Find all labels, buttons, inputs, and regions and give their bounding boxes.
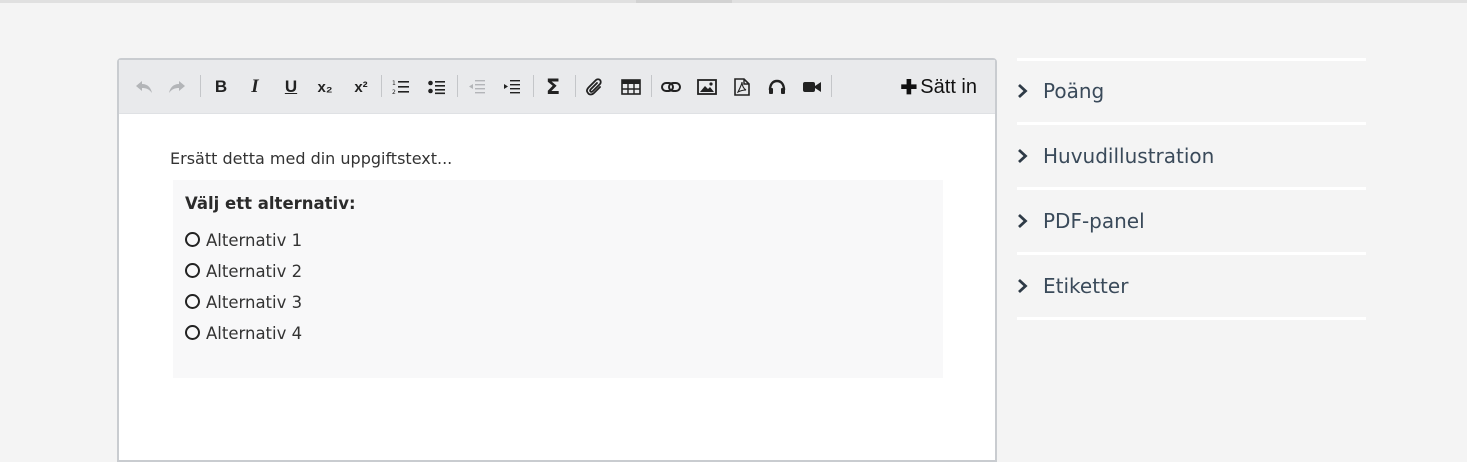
choice-option-label: Alternativ 4 [206,324,303,343]
multiple-choice-block[interactable]: Välj ett alternativ: Alternativ 1 Altern… [173,180,943,378]
task-text[interactable]: Ersätt detta med din uppgiftstext... [170,149,452,168]
chevron-right-icon [1017,82,1031,100]
bold-icon[interactable]: B [207,74,235,100]
svg-text:2: 2 [392,89,396,95]
chevron-right-icon [1017,212,1031,230]
editor-toolbar: B I U x₂ x² 12 Σ ✚ Sätt in [119,60,995,114]
toolbar-separator [457,75,458,97]
panel-divider [1017,317,1366,320]
bullet-list-icon[interactable] [423,74,451,100]
pdf-icon[interactable] [728,74,756,100]
panel-item-poang[interactable]: Poäng [1017,60,1366,122]
ordered-list-icon[interactable]: 12 [387,74,415,100]
plus-icon: ✚ [900,76,918,99]
toolbar-separator [200,75,201,97]
toolbar-separator [381,75,382,97]
italic-icon[interactable]: I [241,74,269,100]
sigma-icon[interactable]: Σ [539,74,567,100]
toolbar-separator [651,75,652,97]
subscript-icon[interactable]: x₂ [311,74,339,100]
outdent-icon[interactable] [463,74,491,100]
toolbar-separator [533,75,534,97]
link-icon[interactable] [657,74,685,100]
underline-icon[interactable]: U [277,74,305,100]
page-top-border-segment [636,0,732,3]
panel-item-pdf-panel[interactable]: PDF-panel [1017,190,1366,252]
panel-item-label: PDF-panel [1043,209,1145,233]
panel-item-label: Poäng [1043,79,1105,103]
undo-icon[interactable] [130,74,158,100]
insert-button-label: Sätt in [920,75,977,98]
choice-option-label: Alternativ 3 [206,293,303,312]
radio-icon[interactable] [185,263,200,278]
panel-item-huvudillustration[interactable]: Huvudillustration [1017,125,1366,187]
indent-icon[interactable] [498,74,526,100]
choice-title: Välj ett alternativ: [185,194,356,213]
headphones-icon[interactable] [763,74,791,100]
image-icon[interactable] [693,74,721,100]
toolbar-separator [575,75,576,97]
svg-text:1: 1 [392,80,396,87]
insert-button[interactable]: ✚ Sätt in [901,73,977,101]
chevron-right-icon [1017,277,1031,295]
choice-option[interactable]: Alternativ 1 [185,231,302,250]
choice-option[interactable]: Alternativ 3 [185,293,302,312]
choice-option[interactable]: Alternativ 2 [185,262,302,281]
panel-item-etiketter[interactable]: Etiketter [1017,255,1366,317]
video-camera-icon[interactable] [798,74,826,100]
choice-option[interactable]: Alternativ 4 [185,324,302,343]
radio-icon[interactable] [185,325,200,340]
table-icon[interactable] [617,74,645,100]
radio-icon[interactable] [185,232,200,247]
choice-option-label: Alternativ 2 [206,262,303,281]
rich-text-editor: B I U x₂ x² 12 Σ ✚ Sätt in Ersätt detta … [117,58,997,462]
redo-icon[interactable] [163,74,191,100]
toolbar-separator [831,75,832,97]
page-top-border [0,0,1467,3]
panel-item-label: Huvudillustration [1043,144,1215,168]
paperclip-icon[interactable] [581,74,609,100]
radio-icon[interactable] [185,294,200,309]
choice-option-label: Alternativ 1 [206,231,303,250]
chevron-right-icon [1017,147,1031,165]
panel-item-label: Etiketter [1043,274,1129,298]
superscript-icon[interactable]: x² [347,74,375,100]
